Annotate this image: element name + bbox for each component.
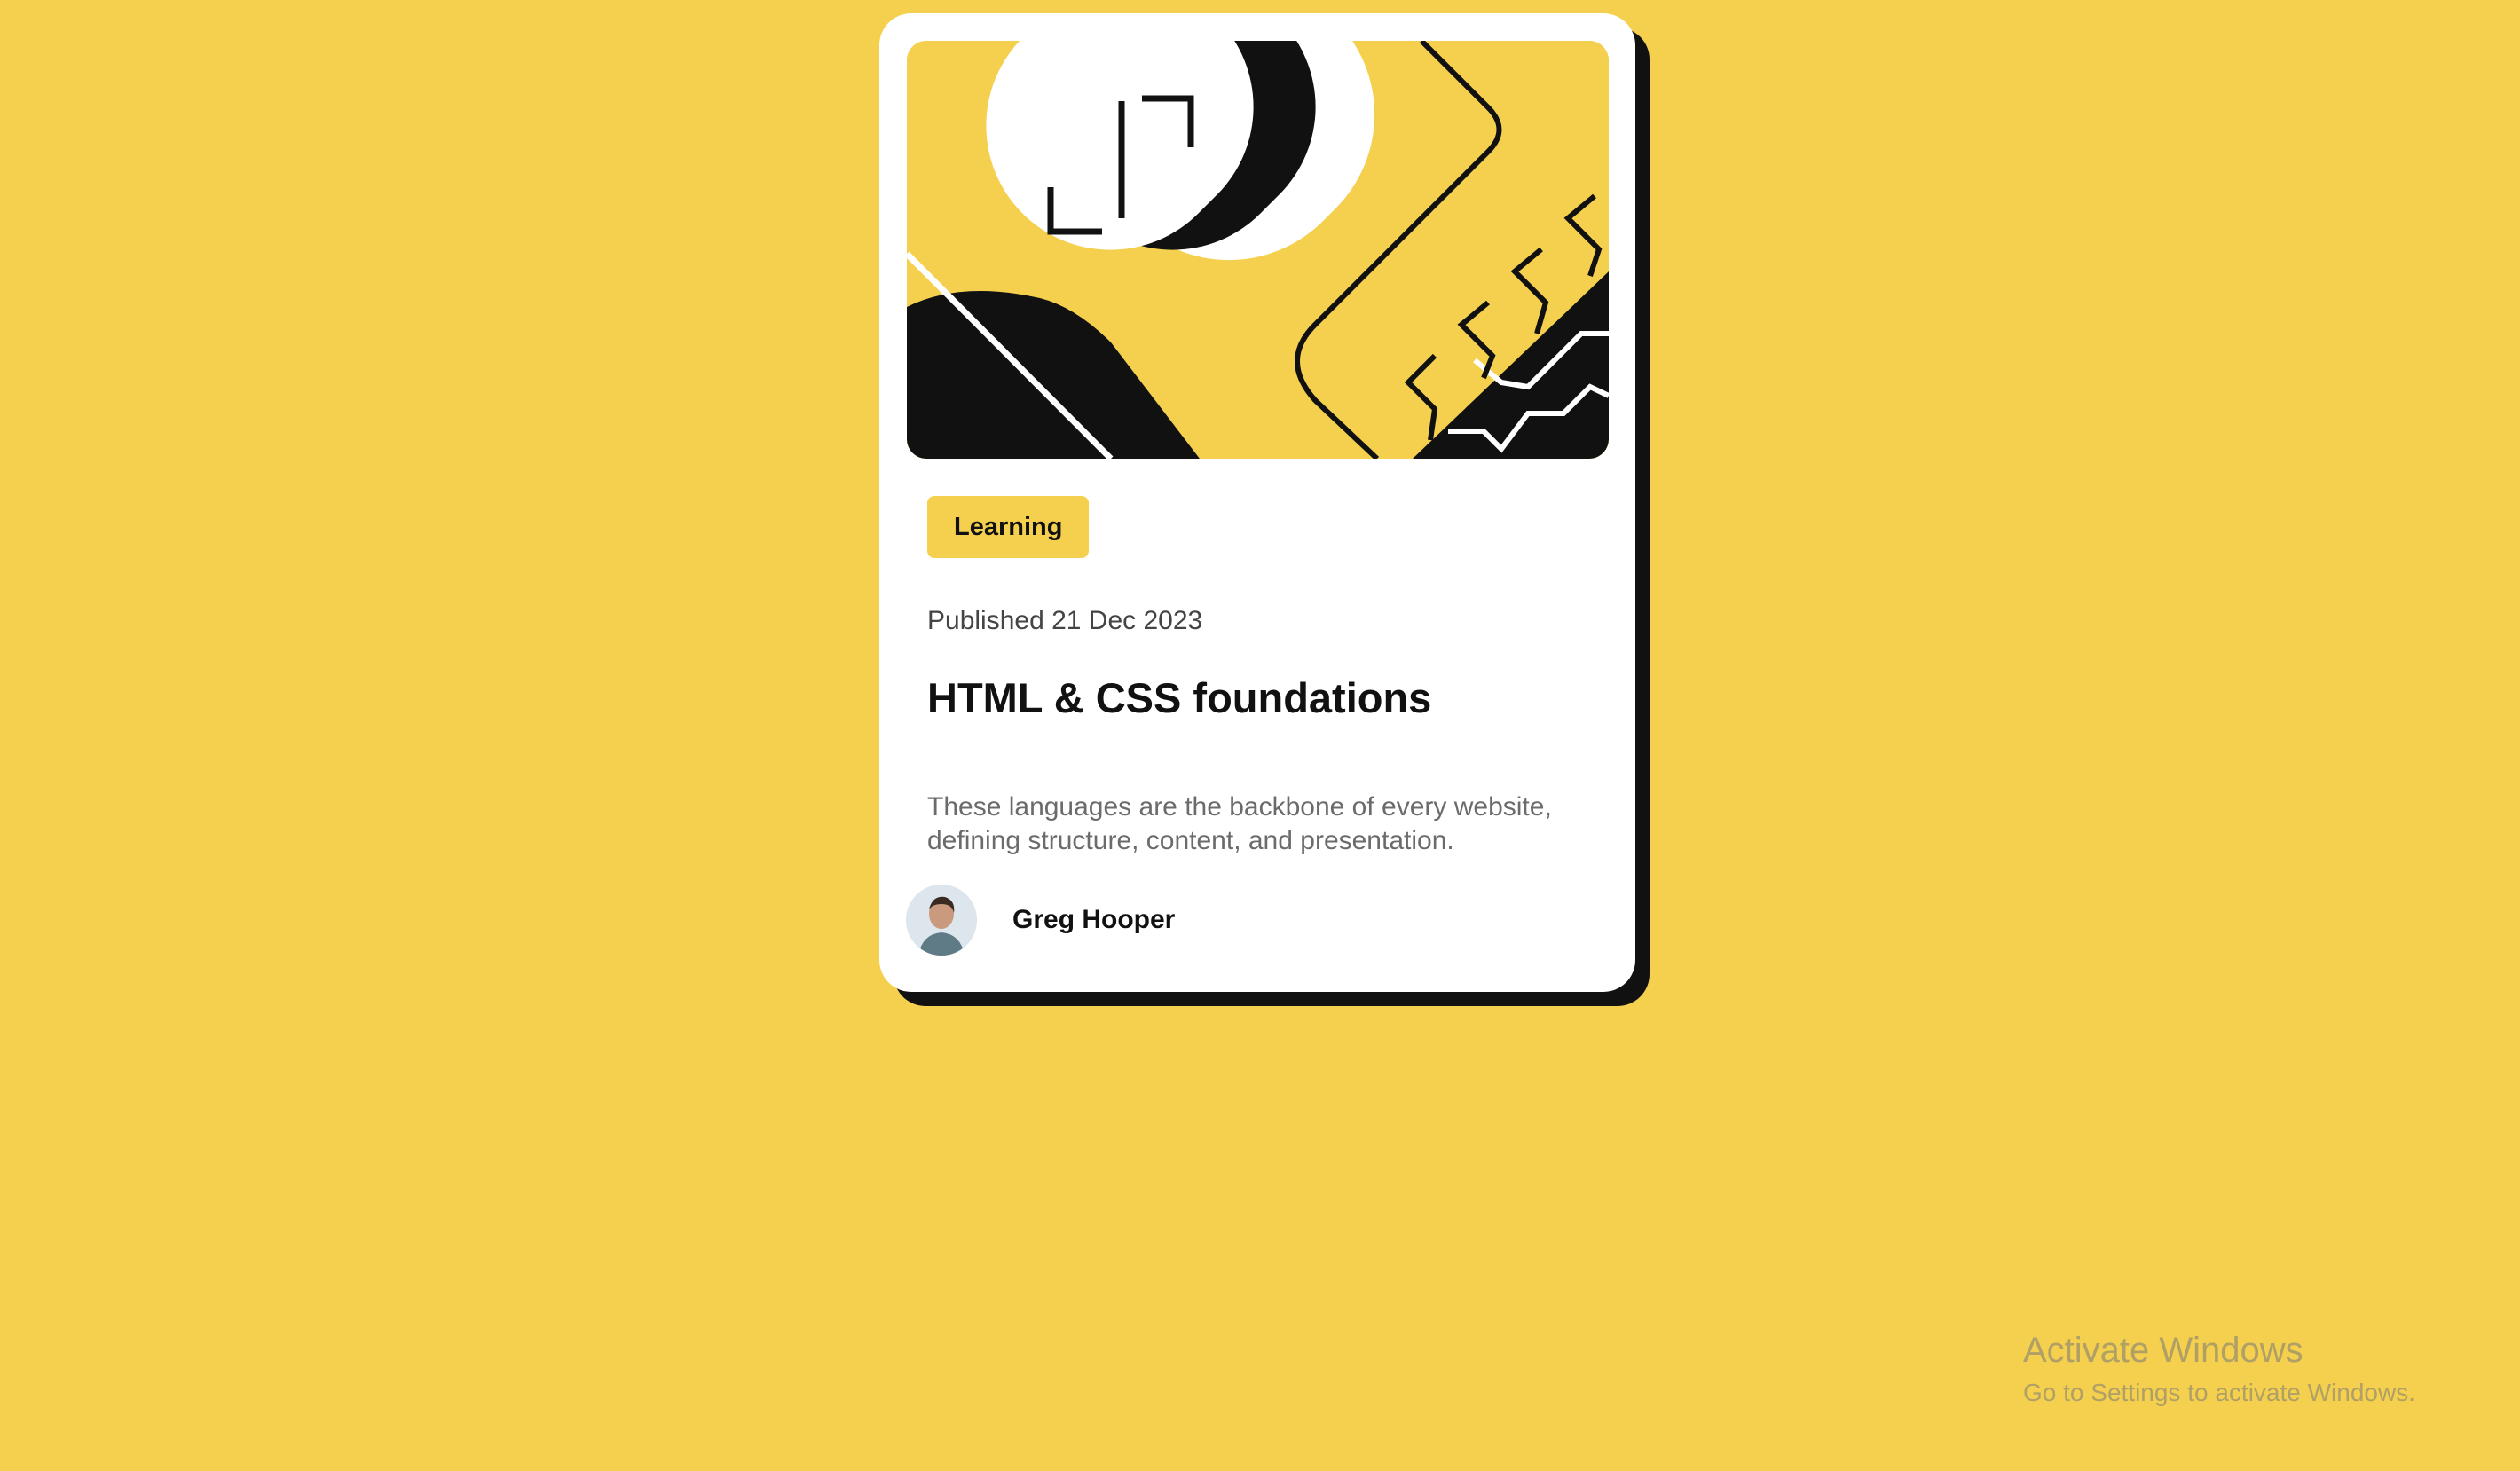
page: Learning Published 21 Dec 2023 HTML & CS… — [0, 0, 2520, 1471]
avatar-icon — [906, 885, 977, 956]
blog-preview-card: Learning Published 21 Dec 2023 HTML & CS… — [879, 13, 1635, 992]
card-title[interactable]: HTML & CSS foundations — [927, 673, 1431, 722]
watermark-subtitle: Go to Settings to activate Windows. — [2023, 1379, 2415, 1406]
author: Greg Hooper — [906, 885, 1175, 956]
card-description: These languages are the backbone of ever… — [927, 792, 1552, 855]
abstract-illustration-icon — [907, 41, 1609, 459]
watermark-title: Activate Windows — [2023, 1331, 2303, 1370]
published-date: Published 21 Dec 2023 — [927, 606, 1203, 635]
author-name: Greg Hooper — [1012, 905, 1176, 934]
windows-activation-watermark: Activate Windows Go to Settings to activ… — [2023, 1329, 2415, 1411]
avatar — [906, 885, 977, 956]
hero-illustration — [907, 41, 1609, 459]
category-badge[interactable]: Learning — [927, 496, 1090, 558]
